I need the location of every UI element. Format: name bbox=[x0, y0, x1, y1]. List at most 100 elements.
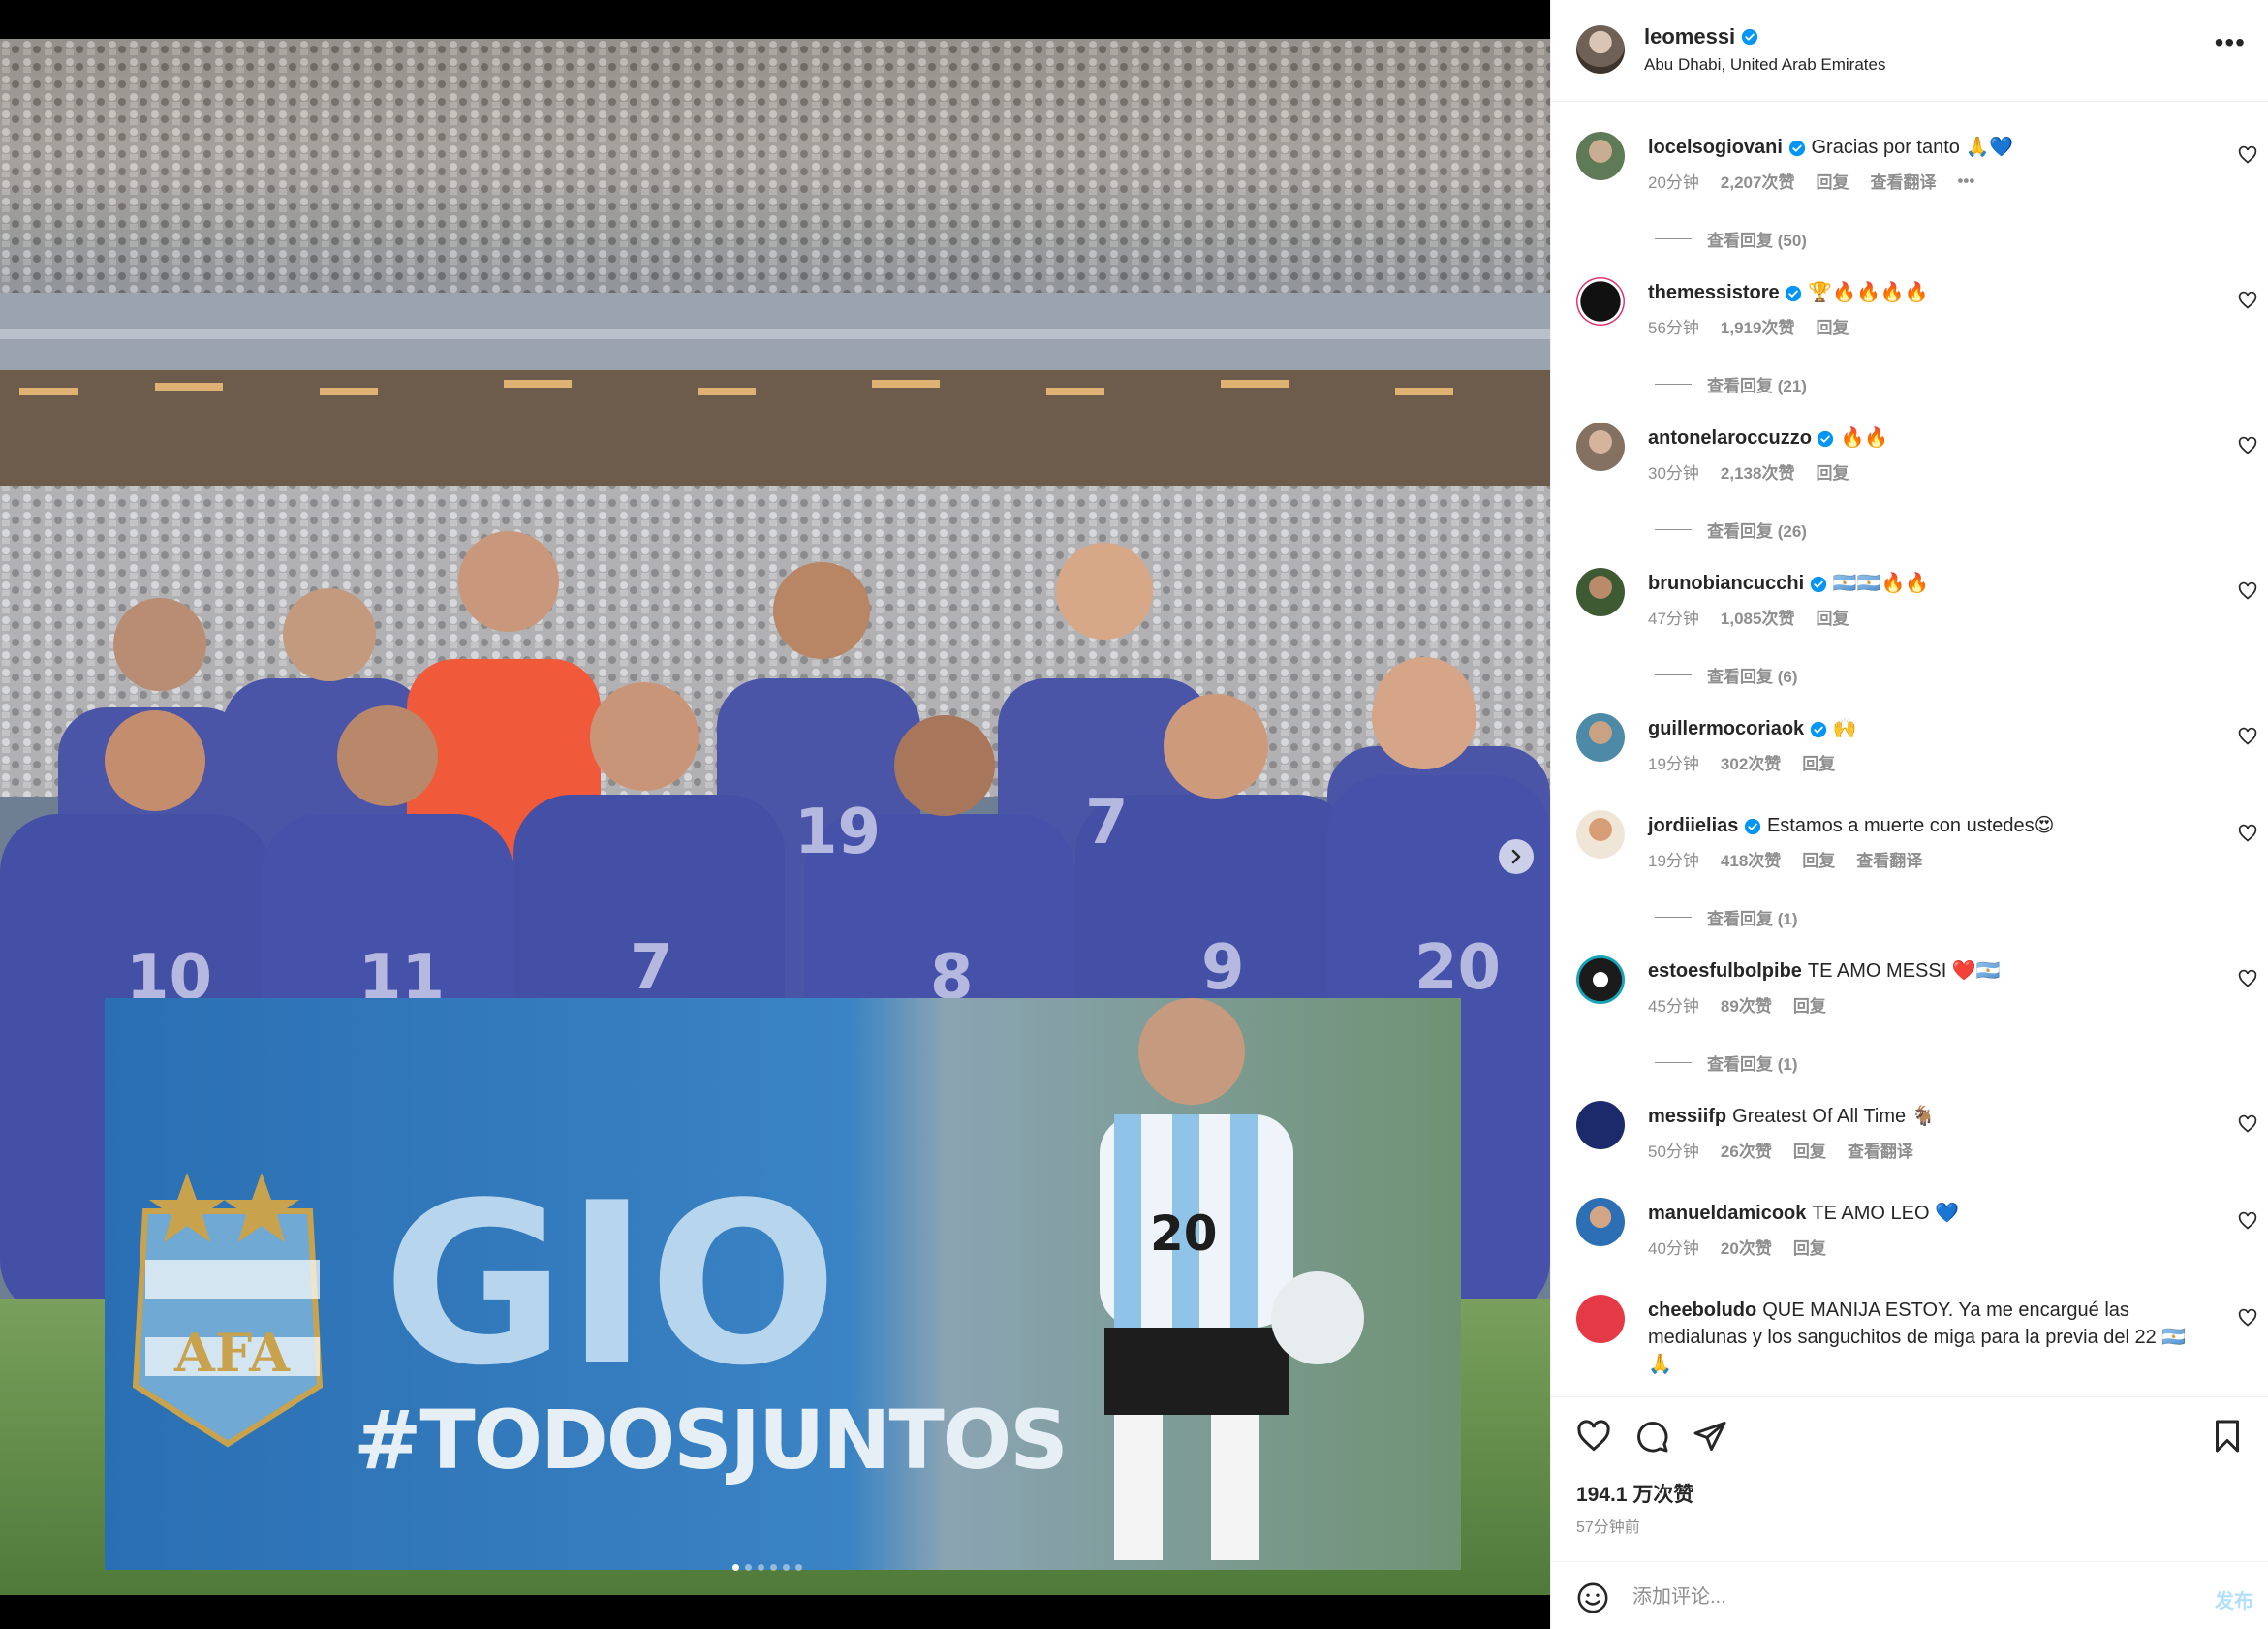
comment-text: TE AMO LEO 💙 bbox=[1812, 1203, 1959, 1224]
heart-icon[interactable] bbox=[2238, 145, 2257, 165]
reply-button[interactable]: 回复 bbox=[1816, 605, 1849, 629]
post-side-panel: leomessi Abu Dhabi, United Arab Emirates… bbox=[1550, 0, 2268, 1629]
post-location[interactable]: Abu Dhabi, United Arab Emirates bbox=[1644, 55, 1885, 75]
comment-likes[interactable]: 1,919次赞 bbox=[1721, 314, 1795, 338]
comment-username[interactable]: jordiielias bbox=[1648, 815, 1738, 836]
comment-text: 🙌 bbox=[1832, 718, 1857, 739]
comment-avatar[interactable] bbox=[1576, 1198, 1625, 1246]
author-username[interactable]: leomessi bbox=[1644, 24, 1735, 49]
post-media[interactable]: 10 11 7 19 8 7 9 20 AFA GIO #TODOSJUNTOS… bbox=[0, 39, 1550, 1595]
verified-badge-icon bbox=[1810, 721, 1826, 737]
verified-badge-icon bbox=[1818, 430, 1834, 447]
paper-plane-icon[interactable] bbox=[1693, 1419, 1727, 1454]
reply-button[interactable]: 回复 bbox=[1816, 314, 1849, 338]
heart-icon[interactable] bbox=[2238, 969, 2257, 988]
view-replies-button[interactable]: 查看回复 (1) bbox=[1655, 905, 1798, 929]
heart-icon[interactable] bbox=[2238, 727, 2257, 746]
heart-icon[interactable] bbox=[1576, 1419, 1611, 1454]
reply-button[interactable]: 回复 bbox=[1802, 750, 1835, 774]
heart-icon[interactable] bbox=[2238, 824, 2257, 843]
comment-likes[interactable]: 302次赞 bbox=[1721, 750, 1781, 774]
chevron-right-icon bbox=[1511, 849, 1521, 864]
featured-player-number: 20 bbox=[1150, 1206, 1218, 1262]
comment-username[interactable]: estoesfulbolpibe bbox=[1648, 960, 1802, 982]
comment-username[interactable]: antonelaroccuzzo bbox=[1648, 427, 1812, 449]
heart-icon[interactable] bbox=[2238, 291, 2257, 310]
bookmark-icon[interactable] bbox=[2210, 1419, 2245, 1454]
heart-icon[interactable] bbox=[2238, 1211, 2257, 1231]
translate-button[interactable]: 查看翻译 bbox=[1856, 847, 1922, 871]
comment-avatar[interactable] bbox=[1576, 713, 1625, 762]
comment-username[interactable]: brunobiancucchi bbox=[1648, 573, 1804, 594]
comment-username[interactable]: manueldamicook bbox=[1648, 1203, 1806, 1224]
comment-avatar[interactable] bbox=[1576, 810, 1625, 859]
comment-likes[interactable]: 89次赞 bbox=[1721, 992, 1772, 1017]
verified-badge-icon bbox=[1744, 818, 1761, 834]
carousel-dot bbox=[795, 1564, 802, 1571]
heart-icon[interactable] bbox=[2238, 436, 2257, 455]
comment-likes[interactable]: 418次赞 bbox=[1721, 847, 1781, 871]
reply-button[interactable]: 回复 bbox=[1802, 847, 1835, 871]
comment-username[interactable]: cheeboludo bbox=[1648, 1300, 1756, 1321]
comment-avatar[interactable] bbox=[1576, 277, 1625, 326]
view-replies-button[interactable]: 查看回复 (1) bbox=[1655, 1050, 1798, 1075]
add-comment-bar: 发布 bbox=[1551, 1561, 2268, 1629]
translate-button[interactable]: 查看翻译 bbox=[1848, 1138, 1913, 1162]
like-count[interactable]: 194.1 万次赞 bbox=[1576, 1479, 1693, 1508]
comment-avatar[interactable] bbox=[1576, 568, 1625, 616]
jersey-number: 9 bbox=[1201, 932, 1245, 1004]
comment-username[interactable]: locelsogiovani bbox=[1648, 137, 1783, 158]
carousel-dot bbox=[745, 1564, 752, 1571]
view-replies-button[interactable]: 查看回复 (6) bbox=[1655, 663, 1798, 687]
jersey-number: 20 bbox=[1414, 932, 1501, 1004]
comment-avatar[interactable] bbox=[1576, 1295, 1625, 1343]
comment-username[interactable]: messiifp bbox=[1648, 1106, 1726, 1127]
comment-avatar[interactable] bbox=[1576, 955, 1625, 1004]
emoji-smile-icon[interactable] bbox=[1576, 1582, 1609, 1614]
view-replies-label: 查看回复 (26) bbox=[1707, 522, 1807, 541]
comment-likes[interactable]: 20次赞 bbox=[1721, 1235, 1772, 1259]
comment-avatar[interactable] bbox=[1576, 423, 1625, 471]
comment-likes[interactable]: 2,138次赞 bbox=[1721, 459, 1795, 484]
comment-avatar[interactable] bbox=[1576, 1101, 1625, 1149]
comment-time: 19分钟 bbox=[1648, 852, 1699, 870]
comment-username[interactable]: guillermocoriaok bbox=[1648, 718, 1804, 739]
heart-icon[interactable] bbox=[2238, 1308, 2257, 1328]
post-comment-button[interactable]: 发布 bbox=[2215, 1585, 2253, 1613]
comment-text: 🏆🔥🔥🔥🔥 bbox=[1808, 282, 1929, 303]
more-horizontal-icon[interactable]: ••• bbox=[2215, 29, 2246, 56]
carousel-next-button[interactable] bbox=[1499, 839, 1534, 874]
comment-time: 19分钟 bbox=[1648, 755, 1699, 773]
reply-button[interactable]: 回复 bbox=[1816, 169, 1849, 193]
comment-more-icon[interactable]: ••• bbox=[1957, 172, 1974, 191]
carousel-dot bbox=[758, 1564, 764, 1571]
view-replies-button[interactable]: 查看回复 (26) bbox=[1655, 517, 1807, 542]
afa-shield-text: AFA bbox=[173, 1322, 291, 1384]
comment-avatar[interactable] bbox=[1576, 132, 1625, 180]
comment-time: 20分钟 bbox=[1648, 173, 1699, 192]
author-avatar[interactable] bbox=[1576, 25, 1625, 74]
comment-username[interactable]: themessistore bbox=[1648, 282, 1780, 303]
reply-button[interactable]: 回复 bbox=[1793, 1138, 1826, 1162]
heart-icon[interactable] bbox=[2238, 1114, 2257, 1134]
comment-likes[interactable]: 1,085次赞 bbox=[1721, 605, 1795, 629]
view-replies-button[interactable]: 查看回复 (21) bbox=[1655, 372, 1807, 396]
comment-text: Greatest Of All Time 🐐 bbox=[1732, 1106, 1936, 1127]
view-replies-button[interactable]: 查看回复 (50) bbox=[1655, 227, 1807, 251]
banner-hashtag: #TODOSJUNTOS bbox=[354, 1393, 1067, 1488]
comments-list[interactable]: locelsogiovani Gracias por tanto 🙏💙 20分钟… bbox=[1551, 103, 2268, 1396]
translate-button[interactable]: 查看翻译 bbox=[1870, 169, 1936, 193]
view-replies-label: 查看回复 (50) bbox=[1707, 232, 1807, 250]
comment-input[interactable] bbox=[1632, 1578, 2156, 1616]
comment-time: 56分钟 bbox=[1648, 319, 1699, 337]
comment-bubble-icon[interactable] bbox=[1634, 1419, 1669, 1454]
heart-icon[interactable] bbox=[2238, 581, 2257, 601]
comment-likes[interactable]: 26次赞 bbox=[1721, 1138, 1772, 1162]
comment-likes[interactable]: 2,207次赞 bbox=[1721, 169, 1795, 193]
verified-badge-icon bbox=[1810, 576, 1826, 592]
view-replies-label: 查看回复 (1) bbox=[1707, 910, 1798, 928]
reply-button[interactable]: 回复 bbox=[1816, 459, 1849, 484]
comment-time: 30分钟 bbox=[1648, 464, 1699, 483]
reply-button[interactable]: 回复 bbox=[1793, 1235, 1826, 1259]
reply-button[interactable]: 回复 bbox=[1793, 992, 1826, 1017]
